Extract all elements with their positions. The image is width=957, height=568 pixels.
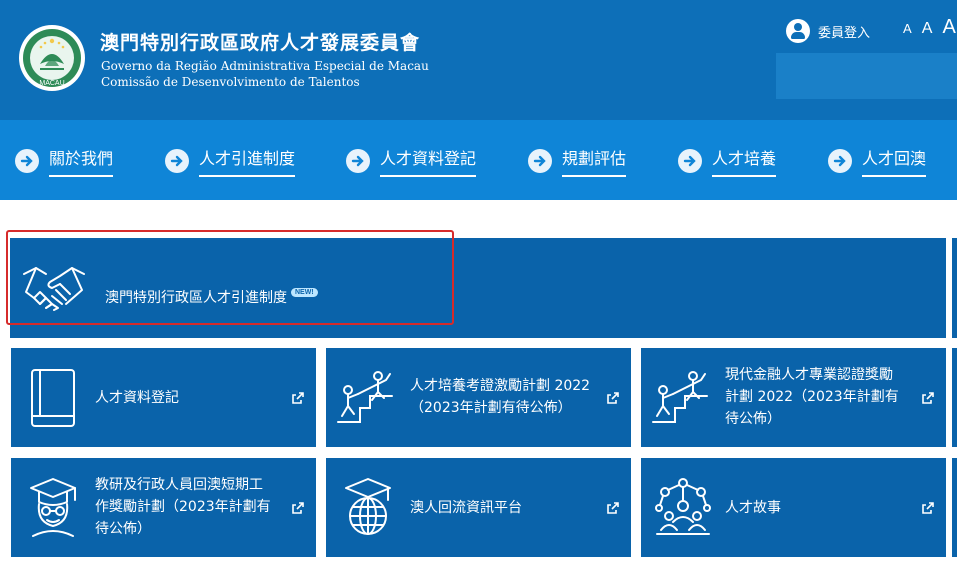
tile-talent-registration[interactable]: 人才資料登記 bbox=[11, 348, 316, 447]
arrow-right-circle-icon bbox=[828, 149, 852, 173]
nav-item-about[interactable]: 關於我們 bbox=[15, 145, 114, 177]
climbing-help-icon bbox=[337, 371, 393, 423]
external-link-icon bbox=[292, 392, 304, 404]
external-link-icon bbox=[922, 392, 934, 404]
next-tile-edge bbox=[952, 348, 957, 447]
macau-emblem-icon[interactable]: MACAU bbox=[18, 24, 86, 92]
nav-item-planning-assessment[interactable]: 規劃評估 bbox=[528, 145, 627, 177]
nav-item-talent-introduction[interactable]: 人才引進制度 bbox=[165, 145, 296, 177]
site-title-chinese: 澳門特別行政區政府人才發展委員會 bbox=[100, 32, 421, 54]
user-icon bbox=[786, 19, 810, 43]
external-link-icon bbox=[607, 502, 619, 514]
font-size-small-button[interactable]: A bbox=[903, 21, 912, 36]
tile-label: 教研及行政人員回澳短期工 作獎勵計劃（2023年計劃有 待公佈） bbox=[95, 477, 271, 537]
nav-item-talent-return[interactable]: 人才回澳 bbox=[828, 145, 927, 177]
feature-tile-title: 澳門特別行政區人才引進制度 bbox=[105, 290, 287, 306]
site-header: MACAU 澳門特別行政區政府人才發展委員會 Governo da Região… bbox=[0, 0, 957, 120]
site-title-pt-line2: Comissão de Desenvolvimento de Talentos bbox=[101, 75, 360, 89]
nav-item-talent-cultivation[interactable]: 人才培養 bbox=[678, 145, 777, 177]
external-link-icon bbox=[292, 502, 304, 514]
nav-item-label: 人才回澳 bbox=[862, 145, 927, 177]
tile-talent-certification-incentive[interactable]: 人才培養考證激勵計劃 2022 （2023年計劃有待公佈） bbox=[326, 348, 631, 447]
arrow-right-circle-icon bbox=[165, 149, 189, 173]
external-link-icon bbox=[607, 392, 619, 404]
font-size-switcher: A A A bbox=[903, 16, 957, 39]
new-badge: NEW! bbox=[291, 288, 318, 297]
site-title-portuguese: Governo da Região Administrativa Especia… bbox=[101, 58, 429, 90]
globe-cap-icon bbox=[345, 478, 391, 535]
arrow-right-circle-icon bbox=[678, 149, 702, 173]
svg-text:MACAU: MACAU bbox=[39, 80, 64, 87]
search-area[interactable] bbox=[776, 53, 957, 99]
main-nav: 關於我們 人才引進制度 人才資料登記 規劃評估 人才培養 人才回澳 bbox=[0, 120, 957, 200]
tile-label: 人才資料登記 bbox=[95, 390, 179, 406]
tile-label: 現代金融人才專業認證獎勵 計劃 2022（2023年計劃有 待公佈） bbox=[725, 367, 899, 427]
nav-item-label: 規劃評估 bbox=[562, 145, 627, 177]
tile-return-info-platform[interactable]: 澳人回流資訊平台 bbox=[326, 458, 631, 557]
tile-label: 人才故事 bbox=[725, 500, 781, 516]
next-tile-edge bbox=[952, 238, 957, 338]
tile-label: 人才培養考證激勵計劃 2022 （2023年計劃有待公佈） bbox=[410, 378, 591, 416]
arrow-right-circle-icon bbox=[15, 149, 39, 173]
tile-talent-stories[interactable]: 人才故事 bbox=[641, 458, 946, 557]
feature-talent-introduction-tile[interactable]: 澳門特別行政區人才引進制度 NEW! bbox=[10, 238, 946, 338]
nav-item-label: 人才資料登記 bbox=[380, 145, 477, 177]
nav-item-label: 關於我們 bbox=[49, 145, 114, 177]
member-login-link[interactable]: 委員登入 bbox=[786, 19, 870, 43]
arrow-right-circle-icon bbox=[528, 149, 552, 173]
nav-item-talent-registration[interactable]: 人才資料登記 bbox=[346, 145, 477, 177]
font-size-medium-button[interactable]: A bbox=[922, 20, 933, 37]
tile-label: 澳人回流資訊平台 bbox=[410, 500, 522, 516]
nav-item-label: 人才引進制度 bbox=[199, 145, 296, 177]
arrow-right-circle-icon bbox=[346, 149, 370, 173]
network-people-icon bbox=[655, 478, 711, 535]
nav-item-label: 人才培養 bbox=[712, 145, 777, 177]
next-tile-edge bbox=[952, 458, 957, 557]
site-title-pt-line1: Governo da Região Administrativa Especia… bbox=[101, 59, 429, 73]
handshake-icon bbox=[23, 267, 85, 311]
tile-researcher-return-incentive[interactable]: 教研及行政人員回澳短期工 作獎勵計劃（2023年計劃有 待公佈） bbox=[11, 458, 316, 557]
climbing-help-icon bbox=[652, 371, 708, 423]
book-icon bbox=[31, 369, 75, 427]
feature-tile-label: 澳門特別行政區人才引進制度 NEW! bbox=[105, 287, 318, 307]
font-size-large-button[interactable]: A bbox=[943, 16, 956, 38]
graduate-icon bbox=[30, 478, 76, 537]
tile-finance-certification-incentive[interactable]: 現代金融人才專業認證獎勵 計劃 2022（2023年計劃有 待公佈） bbox=[641, 348, 946, 447]
external-link-icon bbox=[922, 502, 934, 514]
member-login-label: 委員登入 bbox=[818, 25, 871, 41]
